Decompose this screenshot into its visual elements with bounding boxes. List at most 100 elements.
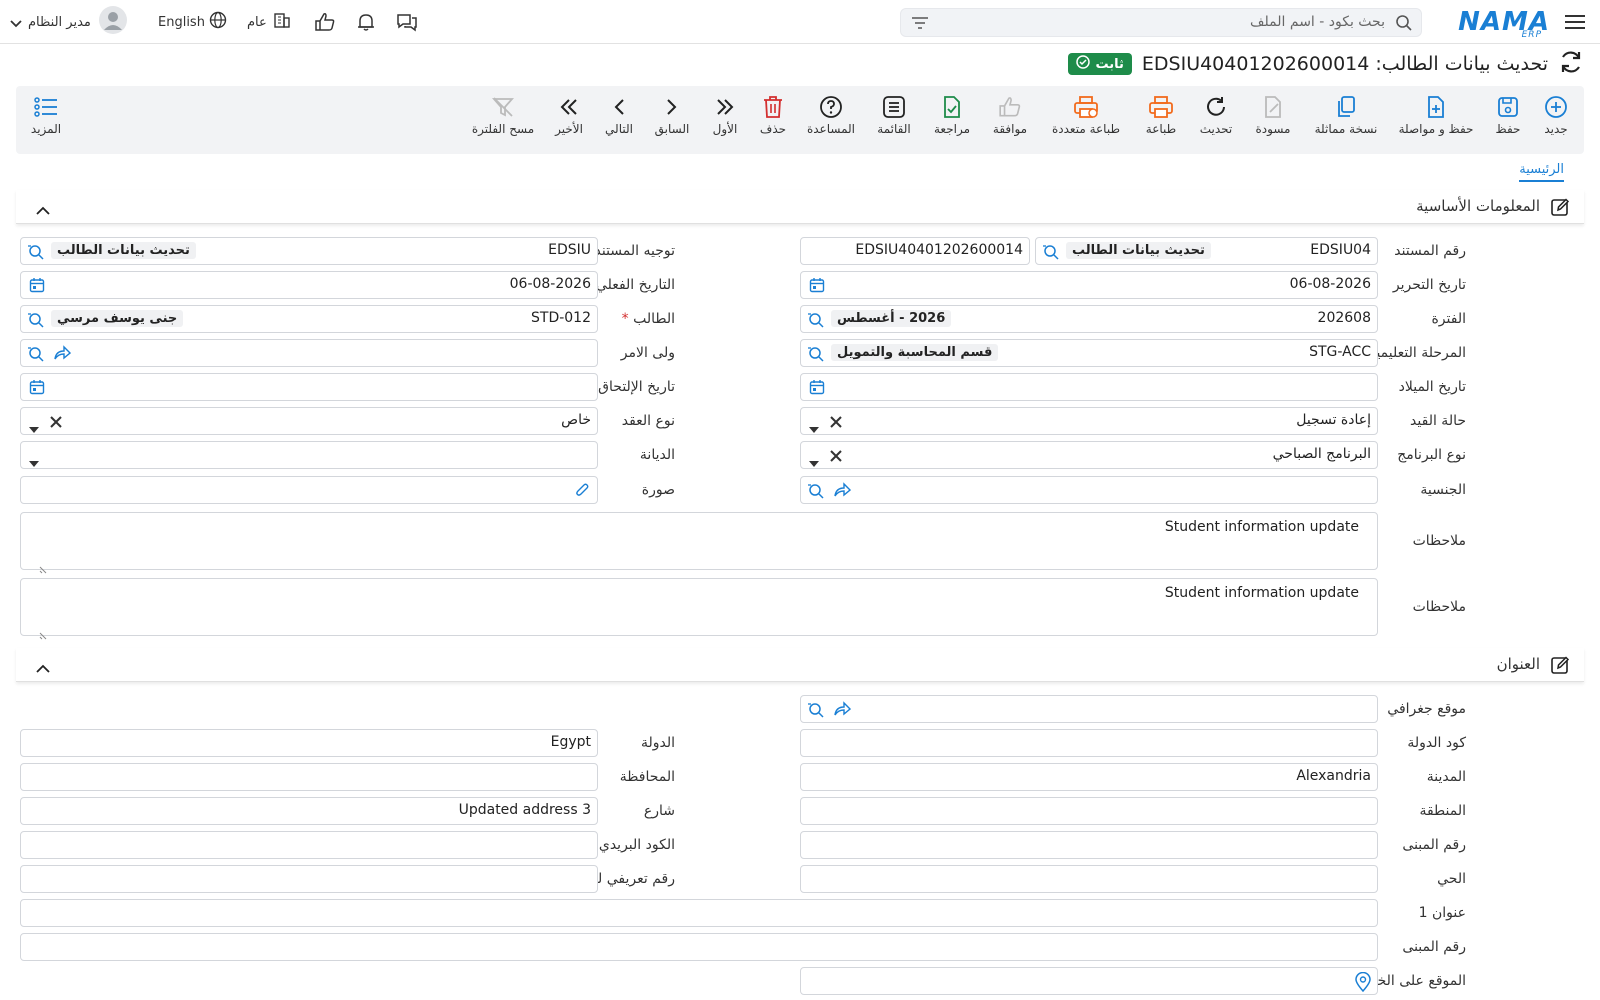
governorate-field[interactable] bbox=[20, 763, 598, 791]
caret-down-icon[interactable] bbox=[809, 418, 819, 437]
doc-no-full-field[interactable]: EDSIU40401202600014 bbox=[800, 237, 1030, 265]
multi-print-button[interactable]: طباعة متعددة bbox=[1051, 92, 1121, 136]
notes-textarea[interactable]: Student information update bbox=[20, 512, 1378, 574]
share-forward-icon[interactable] bbox=[833, 701, 852, 721]
student-field[interactable]: STD-012 جنى يوسف مرسي bbox=[20, 305, 598, 333]
contract-select[interactable]: خاص bbox=[20, 407, 598, 435]
program-select[interactable]: البرنامج الصباحي bbox=[800, 441, 1378, 469]
more-label: المزيد bbox=[30, 122, 62, 136]
street-field[interactable]: Updated address 3 bbox=[20, 797, 598, 825]
map-location-field[interactable] bbox=[800, 967, 1378, 995]
calendar-icon[interactable] bbox=[29, 379, 45, 399]
list-button[interactable]: القائمة bbox=[859, 92, 929, 136]
last-record-button[interactable]: الأخير bbox=[534, 92, 604, 136]
country-field[interactable]: Egypt bbox=[20, 729, 598, 757]
logo-sub: ERP bbox=[1521, 30, 1542, 40]
search-lookup-icon[interactable] bbox=[807, 345, 825, 367]
top-bar: NAMA ERP بحث بكود - اسم الملف مدير النظا… bbox=[0, 0, 1600, 44]
caret-down-icon[interactable] bbox=[29, 418, 39, 437]
birth-date-field[interactable] bbox=[800, 373, 1378, 401]
land-id-field[interactable] bbox=[20, 865, 598, 893]
review-label: مراجعة bbox=[933, 122, 971, 136]
building-no-field[interactable] bbox=[800, 831, 1378, 859]
paperclip-icon[interactable] bbox=[573, 481, 591, 503]
actual-date-field[interactable]: 06-08-2026 bbox=[20, 271, 598, 299]
clear-x-icon[interactable] bbox=[829, 414, 843, 433]
search-lookup-icon[interactable] bbox=[27, 311, 45, 333]
clear-filter-button[interactable]: مسح الفلترة bbox=[468, 92, 538, 136]
clear-x-icon[interactable] bbox=[49, 414, 63, 433]
search-lookup-icon[interactable] bbox=[27, 243, 45, 265]
calendar-icon[interactable] bbox=[29, 277, 45, 297]
religion-select[interactable] bbox=[20, 441, 598, 469]
period-field[interactable]: 202608 2026 - أغسطس bbox=[800, 305, 1378, 333]
thumbs-up-icon[interactable] bbox=[314, 0, 336, 44]
chevron-up-icon[interactable] bbox=[36, 658, 50, 677]
country-code-field[interactable] bbox=[800, 729, 1378, 757]
save-continue-button[interactable]: حفظ و مواصلة bbox=[1399, 92, 1473, 136]
globe-icon bbox=[209, 11, 227, 33]
filter-icon[interactable] bbox=[911, 15, 929, 34]
save-button[interactable]: حفظ bbox=[1473, 92, 1543, 136]
guardian-field[interactable] bbox=[20, 339, 598, 367]
join-date-field[interactable] bbox=[20, 373, 598, 401]
caret-down-icon[interactable] bbox=[809, 452, 819, 471]
stage-field[interactable]: STG-ACC قسم المحاسبة والتمويل bbox=[800, 339, 1378, 367]
photo-field[interactable] bbox=[20, 476, 598, 504]
resize-handle-icon[interactable] bbox=[39, 625, 47, 644]
share-forward-icon[interactable] bbox=[833, 482, 852, 502]
address1-field[interactable] bbox=[20, 899, 1378, 927]
app-logo[interactable]: NAMA ERP bbox=[1458, 0, 1550, 44]
global-search-input[interactable]: بحث بكود - اسم الملف bbox=[900, 8, 1422, 37]
chat-icon[interactable] bbox=[396, 0, 418, 44]
hamburger-menu-icon[interactable] bbox=[1564, 0, 1586, 44]
check-circle-icon bbox=[1076, 55, 1091, 73]
search-lookup-icon[interactable] bbox=[27, 345, 45, 367]
map-pin-icon[interactable] bbox=[1355, 971, 1371, 996]
file-plus-icon bbox=[1424, 92, 1448, 122]
search-lookup-icon[interactable] bbox=[807, 311, 825, 333]
required-asterisk: * bbox=[621, 311, 629, 327]
calendar-icon[interactable] bbox=[809, 379, 825, 399]
caret-down-icon[interactable] bbox=[29, 452, 39, 471]
bell-icon[interactable] bbox=[356, 0, 376, 44]
notes2-textarea[interactable]: Student information update bbox=[20, 578, 1378, 640]
program-label: نوع البرنامج bbox=[1397, 447, 1466, 463]
city-field[interactable]: Alexandria bbox=[800, 763, 1378, 791]
double-chevron-right-icon bbox=[715, 92, 735, 122]
postal-code-field[interactable] bbox=[20, 831, 598, 859]
search-lookup-icon[interactable] bbox=[807, 701, 825, 723]
edit-date-value: 06-08-2026 bbox=[1289, 276, 1371, 292]
stage-chip: قسم المحاسبة والتمويل bbox=[831, 344, 999, 361]
chevron-up-icon[interactable] bbox=[36, 200, 50, 219]
search-lookup-icon[interactable] bbox=[807, 482, 825, 504]
doc-direction-field[interactable]: EDSIU تحديث بيانات الطالب bbox=[20, 237, 598, 265]
district-field[interactable] bbox=[800, 865, 1378, 893]
share-forward-icon[interactable] bbox=[53, 345, 72, 365]
notes2-value: Student information update bbox=[1164, 585, 1359, 601]
building-no2-field[interactable] bbox=[20, 933, 1378, 961]
language-label: English bbox=[158, 14, 205, 30]
address-section-header[interactable]: العنوان bbox=[16, 648, 1584, 682]
tab-main[interactable]: الرئيسية bbox=[1519, 162, 1564, 182]
search-lookup-icon[interactable] bbox=[1042, 243, 1060, 265]
doc-no-series-field[interactable]: EDSIU04 تحديث بيانات الطالب bbox=[1035, 237, 1378, 265]
calendar-icon[interactable] bbox=[809, 277, 825, 297]
resize-handle-icon[interactable] bbox=[39, 559, 47, 578]
language-switch[interactable]: English bbox=[158, 0, 227, 44]
copy-button[interactable]: نسخة مماثلة bbox=[1311, 92, 1381, 136]
basic-info-section-header[interactable]: المعلومات الأساسية bbox=[16, 190, 1584, 224]
geo-location-field[interactable] bbox=[800, 695, 1378, 723]
edit-date-field[interactable]: 06-08-2026 bbox=[800, 271, 1378, 299]
print-button[interactable]: طباعة bbox=[1126, 92, 1196, 136]
region-field[interactable] bbox=[800, 797, 1378, 825]
user-menu[interactable]: مدير النظام bbox=[10, 0, 127, 44]
branch-selector[interactable]: عام bbox=[247, 0, 291, 44]
nationality-field[interactable] bbox=[800, 476, 1378, 504]
notes2-label: ملاحظات bbox=[1412, 599, 1466, 615]
reg-status-select[interactable]: إعادة تسجيل bbox=[800, 407, 1378, 435]
refresh-cycle-icon[interactable] bbox=[1558, 49, 1584, 79]
more-button[interactable]: المزيد bbox=[11, 92, 81, 136]
save-label: حفظ bbox=[1495, 122, 1521, 136]
clear-x-icon[interactable] bbox=[829, 448, 843, 467]
